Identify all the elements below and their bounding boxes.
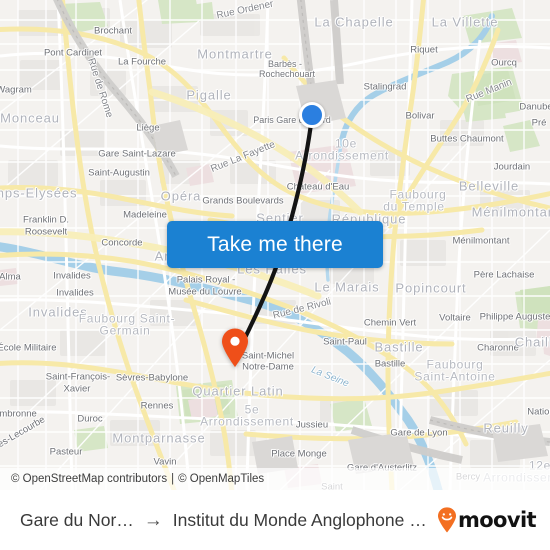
trip-origin-label: Gare du Nor… — [20, 509, 134, 530]
moovit-pin-icon — [437, 507, 456, 533]
arrow-right-icon: → — [143, 509, 163, 531]
take-me-there-button[interactable]: Take me there — [167, 221, 383, 268]
attribution-separator: | — [171, 473, 175, 485]
trip-summary[interactable]: Gare du Nor… → Institut du Monde Angloph… — [20, 510, 429, 531]
destination-marker[interactable] — [220, 328, 250, 373]
moovit-logo[interactable]: moovit — [437, 507, 537, 533]
map-attribution: © OpenStreetMap contributors | © OpenMap… — [0, 468, 550, 490]
attribution-osm[interactable]: © OpenStreetMap contributors — [11, 473, 167, 485]
attribution-openmaptiles[interactable]: © OpenMapTiles — [178, 473, 264, 485]
moovit-wordmark: moovit — [457, 508, 537, 532]
map-pin-icon — [222, 328, 248, 367]
origin-marker[interactable] — [299, 102, 325, 128]
trip-destination-label: Institut du Monde Anglophone - Uni… — [172, 509, 429, 530]
map-canvas[interactable]: Brochant Pont Cardinet La Fourche Montmartr… — [0, 0, 550, 490]
trip-bottom-bar: Gare du Nor… → Institut du Monde Angloph… — [0, 490, 550, 550]
trip-map-screen: Brochant Pont Cardinet La Fourche Montmartr… — [0, 0, 550, 550]
